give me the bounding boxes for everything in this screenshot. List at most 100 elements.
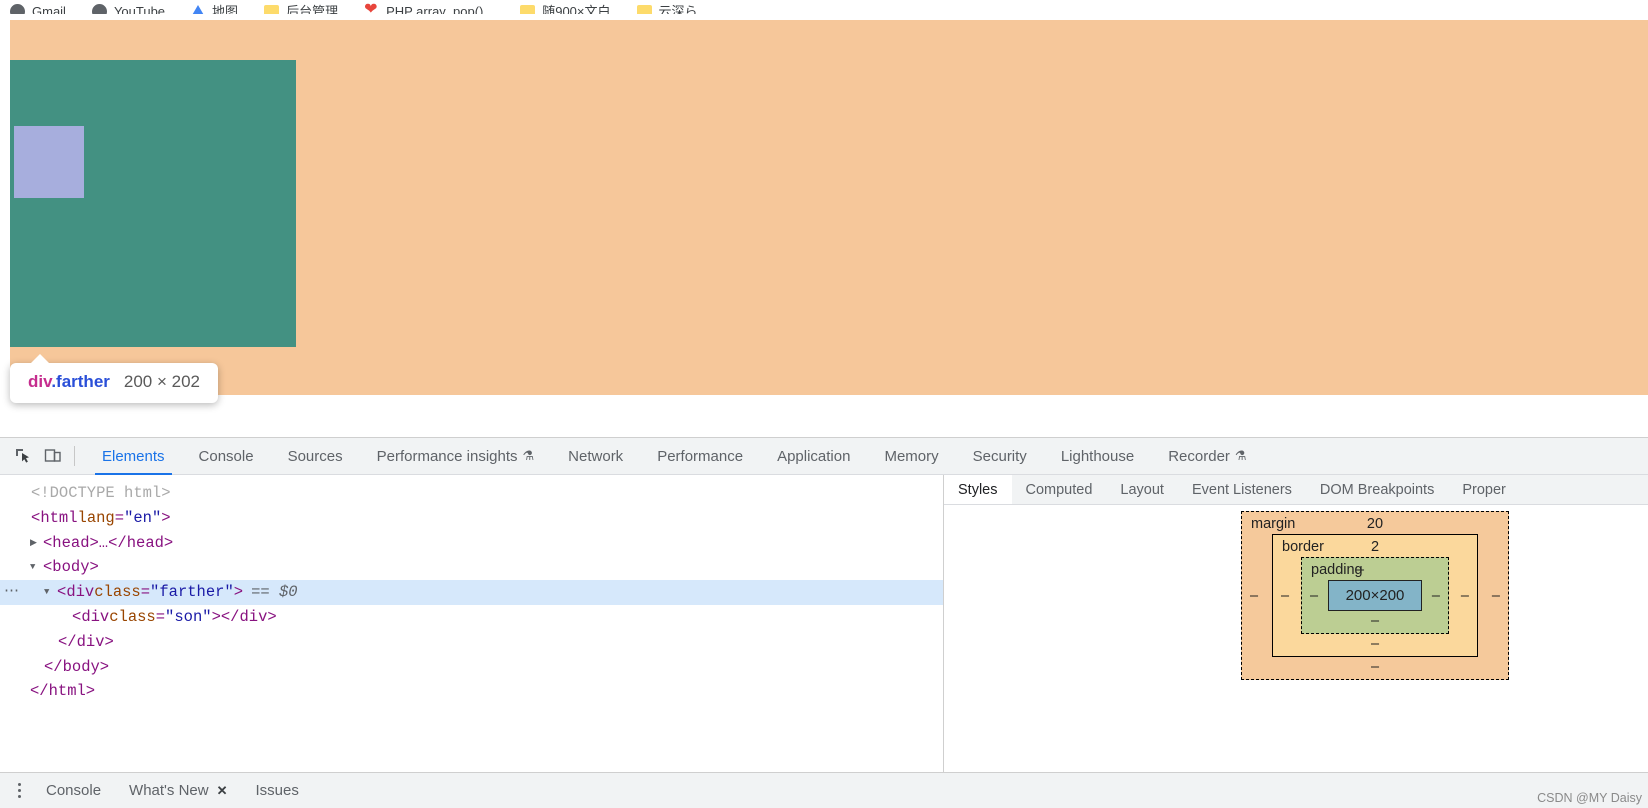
dom-node-tag: div (81, 607, 110, 626)
tab-label: Styles (958, 481, 998, 498)
tab-label: Elements (102, 447, 165, 465)
folder-icon (636, 5, 652, 14)
dom-node-tag: html (40, 508, 78, 527)
dom-node-html-close[interactable]: </html> (0, 679, 943, 704)
box-model-content[interactable]: 200×200 (1328, 580, 1422, 611)
chevron-down-icon[interactable] (44, 580, 57, 605)
box-model-margin-bottom[interactable]: – (1242, 659, 1508, 675)
dom-node-attr-name[interactable]: class (94, 580, 141, 605)
tab-network[interactable]: Network (551, 438, 640, 475)
tab-label: Network (568, 447, 624, 465)
drawer-tab-whats-new[interactable]: What's New ✕ (115, 782, 241, 799)
box-model-padding-label: padding (1311, 562, 1363, 578)
bookmark-item[interactable]: 后台管理 (264, 0, 338, 14)
tab-performance[interactable]: Performance (640, 438, 760, 475)
more-tools-icon[interactable] (6, 783, 32, 798)
tab-styles[interactable]: Styles (944, 475, 1012, 504)
tab-properties[interactable]: Proper (1448, 475, 1520, 504)
box-model-border-bottom[interactable]: – (1273, 636, 1477, 652)
dom-node-div-son[interactable]: < div class = "son" ></div> (0, 605, 943, 630)
dom-node-attr-value[interactable]: "farther" (150, 580, 234, 605)
box-model-padding[interactable]: padding – – – – 200×200 (1301, 557, 1449, 634)
tab-application[interactable]: Application (760, 438, 867, 475)
dom-node-head[interactable]: <head>…</head> (0, 531, 943, 556)
dom-tree[interactable]: <!DOCTYPE html> <html lang="en"> <head>…… (0, 475, 943, 779)
bookmark-label: 地图 (212, 3, 239, 15)
dom-node-console-ref: == $0 (251, 583, 298, 602)
device-toolbar-icon[interactable] (38, 442, 68, 470)
tab-label: Sources (287, 447, 343, 465)
box-model-margin-left[interactable]: – (1250, 588, 1258, 604)
devtools-body: <!DOCTYPE html> <html lang="en"> <head>…… (0, 475, 1648, 808)
bookmark-item[interactable]: 地图 (191, 0, 238, 14)
tab-security[interactable]: Security (956, 438, 1044, 475)
div-farther-block[interactable] (10, 60, 296, 347)
bookmark-item[interactable]: 云深ら (636, 0, 698, 15)
styles-content: margin 20 – – – border 2 – – – padding –… (944, 505, 1648, 808)
div-son-block[interactable] (14, 126, 84, 198)
dom-node-doctype[interactable]: <!DOCTYPE html> (0, 481, 943, 506)
box-model-padding-top[interactable]: – (1356, 562, 1364, 578)
bookmark-label: PHP array_pop()... (386, 3, 495, 15)
drawer-tab-console[interactable]: Console (32, 782, 115, 799)
flask-icon: ⚗ (1234, 448, 1247, 463)
box-model-border-top[interactable]: 2 (1273, 539, 1477, 555)
close-icon[interactable]: ✕ (217, 783, 228, 799)
drawer-tab-label: What's New (129, 782, 209, 799)
inspect-element-icon[interactable] (8, 442, 38, 470)
chevron-down-icon[interactable] (30, 555, 43, 580)
tab-label: Layout (1120, 481, 1164, 498)
dom-node-attr-value[interactable]: "en" (124, 506, 161, 531)
bookmark-item[interactable]: YouTube (91, 0, 165, 14)
tab-recorder[interactable]: Recorder ⚗ (1151, 438, 1263, 475)
more-options-icon[interactable]: ⋯ (4, 580, 20, 605)
tab-sources[interactable]: Sources (271, 438, 360, 475)
tab-computed[interactable]: Computed (1012, 475, 1107, 504)
bookmark-label: 云深ら (658, 3, 698, 15)
tab-console[interactable]: Console (182, 438, 271, 475)
box-model-border[interactable]: border 2 – – – padding – – – – 200×200 (1272, 534, 1478, 657)
bookmarks-bar: Gmail YouTube 地图 后台管理 ❤ PHP array_pop().… (0, 0, 1648, 14)
tab-event-listeners[interactable]: Event Listeners (1178, 475, 1306, 504)
box-model-border-right[interactable]: – (1461, 588, 1469, 604)
dom-node-html[interactable]: < html lang = "en" > (0, 506, 943, 531)
tab-lighthouse[interactable]: Lighthouse (1044, 438, 1151, 475)
bookmark-item[interactable]: ❤ PHP array_pop()... (364, 0, 494, 14)
bookmark-item[interactable]: 随900×文白 (520, 0, 611, 14)
chevron-right-icon[interactable] (30, 531, 43, 556)
dom-node-close-bracket: > (233, 583, 244, 602)
folder-icon (264, 5, 280, 14)
box-model-padding-right[interactable]: – (1432, 588, 1440, 604)
dom-node-div-farther[interactable]: ⋯ <div class="farther"> == $0 (0, 580, 943, 605)
dom-node-body-close[interactable]: </body> (0, 655, 943, 680)
box-model-padding-left[interactable]: – (1310, 588, 1318, 604)
tab-label: Application (777, 447, 851, 465)
dom-node-attr-value[interactable]: "son" (165, 605, 212, 630)
box-model-padding-bottom[interactable]: – (1302, 613, 1448, 629)
tab-performance-insights[interactable]: Performance insights ⚗ (360, 438, 552, 475)
tab-elements[interactable]: Elements (85, 438, 182, 475)
bookmark-label: 后台管理 (286, 3, 339, 15)
box-model-margin-right[interactable]: – (1492, 588, 1500, 604)
tab-memory[interactable]: Memory (867, 438, 955, 475)
box-model-margin-top[interactable]: 20 (1242, 516, 1508, 532)
tab-dom-breakpoints[interactable]: DOM Breakpoints (1306, 475, 1448, 504)
toolbar-divider (74, 446, 75, 466)
tab-layout[interactable]: Layout (1106, 475, 1178, 504)
tooltip-tag-name: div (28, 372, 52, 391)
dom-tree-panel: <!DOCTYPE html> <html lang="en"> <head>…… (0, 475, 944, 808)
dom-node-attr-name[interactable]: lang (78, 506, 115, 531)
drawer-tab-issues[interactable]: Issues (242, 782, 313, 799)
dom-node-attr-name[interactable]: class (109, 605, 156, 630)
box-model-content-size: 200×200 (1345, 587, 1405, 604)
dom-node-body[interactable]: <body> (0, 555, 943, 580)
bookmark-item[interactable]: Gmail (10, 0, 66, 14)
box-model-margin[interactable]: margin 20 – – – border 2 – – – padding –… (1241, 511, 1509, 680)
box-model-border-left[interactable]: – (1281, 588, 1289, 604)
dom-node-open-bracket: < (31, 508, 41, 527)
dom-node-open-bracket: < (57, 583, 67, 602)
dom-node-text: <body> (43, 558, 99, 577)
dom-node-div-close[interactable]: </div> (0, 630, 943, 655)
console-drawer: Console What's New ✕ Issues (0, 772, 1648, 808)
dom-node-close-bracket: ></div> (211, 607, 277, 626)
